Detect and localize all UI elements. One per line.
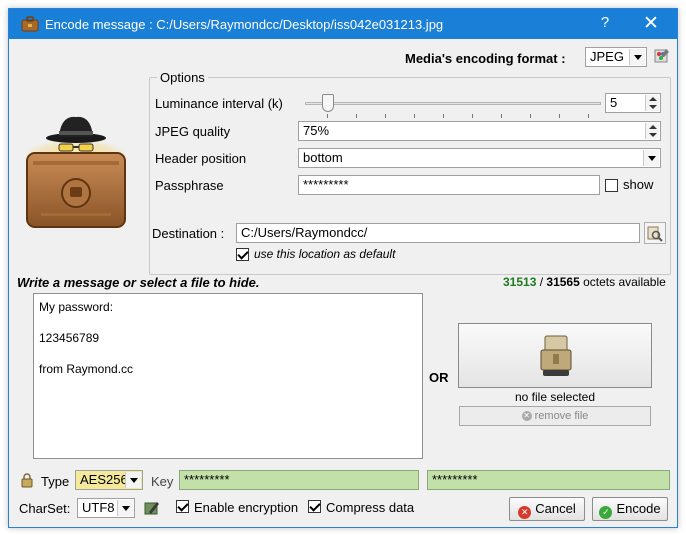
jpeg-quality-stepper[interactable]: 75% bbox=[298, 121, 661, 141]
check-icon: ✓ bbox=[599, 506, 613, 519]
package-icon bbox=[539, 332, 573, 380]
chevron-down-icon bbox=[629, 49, 645, 65]
message-prompt: Write a message or select a file to hide… bbox=[17, 275, 260, 290]
header-position-value: bottom bbox=[303, 150, 343, 165]
passphrase-value: ********* bbox=[303, 177, 349, 192]
show-passphrase-label: show bbox=[623, 177, 654, 192]
window-title: Encode message : C:/Users/Raymondcc/Desk… bbox=[45, 17, 444, 32]
type-label: Type bbox=[41, 474, 70, 489]
key-label: Key bbox=[151, 474, 174, 489]
encode-message-dialog: Encode message : C:/Users/Raymondcc/Desk… bbox=[8, 8, 678, 528]
luminance-slider-thumb[interactable] bbox=[322, 94, 334, 112]
options-group-label: Options bbox=[157, 70, 208, 85]
format-select[interactable]: JPEG bbox=[585, 47, 647, 67]
folder-search-icon[interactable] bbox=[644, 222, 666, 244]
remove-file-label: remove file bbox=[534, 410, 589, 422]
select-file-button[interactable] bbox=[458, 323, 652, 388]
lock-icon bbox=[19, 472, 35, 488]
luminance-slider[interactable] bbox=[305, 102, 601, 105]
close-button[interactable]: ✕ bbox=[637, 12, 665, 35]
message-textarea[interactable]: My password: 123456789 from Raymond.cc bbox=[33, 293, 423, 459]
pen-icon[interactable] bbox=[143, 499, 161, 517]
message-line: 123456789 bbox=[39, 331, 100, 345]
header-position-select[interactable]: bottom bbox=[298, 148, 661, 168]
encode-button[interactable]: ✓ Encode bbox=[592, 497, 668, 521]
compress-data-label: Compress data bbox=[326, 500, 415, 515]
key-confirm-input[interactable]: ********* bbox=[427, 470, 670, 490]
help-button[interactable]: ? bbox=[595, 14, 615, 31]
format-label: Media's encoding format : bbox=[405, 51, 566, 66]
jpeg-quality-value: 75% bbox=[303, 123, 330, 138]
header-position-label: Header position bbox=[155, 151, 247, 166]
charset-value: UTF8 bbox=[82, 500, 115, 515]
stepper-arrows-icon[interactable] bbox=[645, 95, 659, 111]
encryption-type-select[interactable]: AES256 bbox=[75, 470, 143, 490]
no-file-selected-label: no file selected bbox=[514, 390, 596, 404]
use-default-location-label: use this location as default bbox=[254, 247, 396, 261]
cancel-icon: ✕ bbox=[518, 506, 532, 519]
cancel-label: Cancel bbox=[535, 501, 576, 516]
message-line: My password: bbox=[39, 300, 114, 314]
enable-encryption-label: Enable encryption bbox=[194, 500, 299, 515]
luminance-value: 5 bbox=[610, 95, 618, 110]
destination-value: C:/Users/Raymondcc/ bbox=[241, 225, 368, 240]
cancel-button[interactable]: ✕ Cancel bbox=[509, 497, 585, 521]
charset-select[interactable]: UTF8 bbox=[77, 498, 135, 518]
message-line: from Raymond.cc bbox=[39, 362, 134, 376]
destination-input[interactable]: C:/Users/Raymondcc/ bbox=[236, 223, 640, 243]
remove-file-button[interactable]: ✕ remove file bbox=[459, 406, 651, 426]
spy-briefcase-icon bbox=[21, 113, 131, 231]
destination-label: Destination : bbox=[152, 226, 225, 241]
briefcase-icon bbox=[21, 16, 39, 32]
chevron-down-icon bbox=[125, 472, 141, 488]
octets-available: 31513 / 31565 octets available bbox=[503, 275, 666, 289]
palette-icon[interactable] bbox=[654, 48, 670, 64]
format-value: JPEG bbox=[590, 49, 624, 64]
passphrase-input[interactable]: ********* bbox=[298, 175, 600, 195]
enable-encryption-checkbox[interactable] bbox=[176, 500, 189, 513]
show-passphrase-checkbox[interactable] bbox=[605, 179, 618, 192]
encryption-type-value: AES256 bbox=[80, 472, 128, 487]
chevron-down-icon bbox=[117, 500, 133, 516]
jpeg-quality-label: JPEG quality bbox=[155, 124, 231, 139]
chevron-down-icon bbox=[643, 150, 659, 166]
or-label: OR bbox=[429, 370, 449, 385]
remove-icon: ✕ bbox=[521, 411, 532, 422]
passphrase-label: Passphrase bbox=[155, 178, 224, 193]
luminance-stepper[interactable]: 5 bbox=[605, 93, 661, 113]
encode-label: Encode bbox=[616, 501, 661, 516]
key-value: ********* bbox=[184, 472, 230, 487]
octets-total: 31565 bbox=[546, 275, 580, 289]
charset-label: CharSet: bbox=[19, 501, 71, 516]
luminance-label: Luminance interval (k) bbox=[155, 96, 283, 111]
title-bar: Encode message : C:/Users/Raymondcc/Desk… bbox=[9, 9, 677, 39]
stepper-arrows-icon[interactable] bbox=[645, 123, 659, 139]
compress-data-checkbox[interactable] bbox=[308, 500, 321, 513]
octets-used: 31513 bbox=[503, 275, 537, 289]
use-default-location-checkbox[interactable] bbox=[236, 248, 249, 261]
key-confirm-value: ********* bbox=[432, 472, 478, 487]
key-input[interactable]: ********* bbox=[179, 470, 419, 490]
